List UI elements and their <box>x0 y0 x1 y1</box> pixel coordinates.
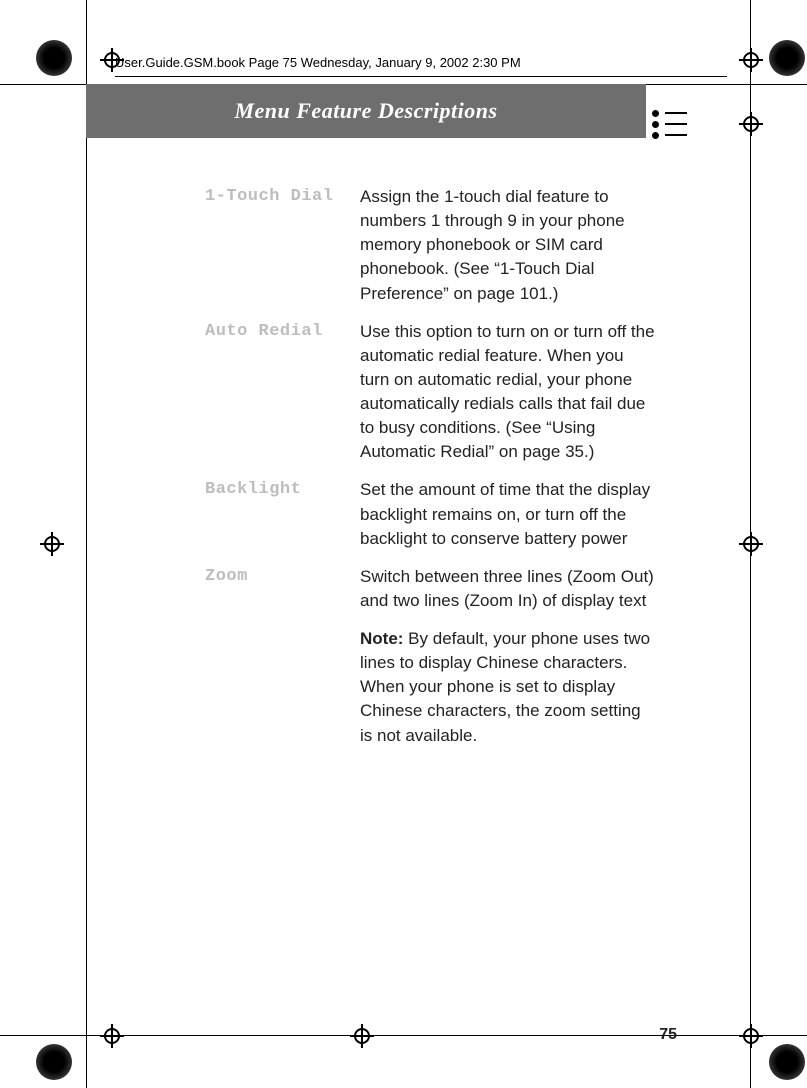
note-text: By default, your phone uses two lines to… <box>360 629 650 745</box>
corner-disc-icon <box>769 1044 805 1080</box>
term-label: Backlight <box>205 478 360 550</box>
registration-mark-icon <box>739 532 763 556</box>
term-description: Set the amount of time that the display … <box>360 478 655 550</box>
registration-mark-icon <box>350 1024 374 1048</box>
corner-disc-icon <box>769 40 805 76</box>
term-description: Switch between three lines (Zoom Out) an… <box>360 565 655 613</box>
term-label: Zoom <box>205 565 360 613</box>
content-area: 1-Touch Dial Assign the 1-touch dial fea… <box>205 185 655 748</box>
term-description: Use this option to turn on or turn off t… <box>360 320 655 465</box>
corner-disc-icon <box>36 40 72 76</box>
registration-mark-icon <box>40 532 64 556</box>
section-title-band: Menu Feature Descriptions <box>86 84 646 138</box>
term-label: Auto Redial <box>205 320 360 465</box>
crop-line <box>86 0 87 1088</box>
definition-row: Backlight Set the amount of time that th… <box>205 478 655 550</box>
section-title: Menu Feature Descriptions <box>234 98 497 124</box>
term-label: 1-Touch Dial <box>205 185 360 306</box>
registration-mark-icon <box>739 1024 763 1048</box>
running-head: User.Guide.GSM.book Page 75 Wednesday, J… <box>115 55 727 77</box>
definition-row: Zoom Switch between three lines (Zoom Ou… <box>205 565 655 613</box>
registration-mark-icon <box>739 112 763 136</box>
page-container: User.Guide.GSM.book Page 75 Wednesday, J… <box>0 0 807 1088</box>
term-description: Assign the 1-touch dial feature to numbe… <box>360 185 655 306</box>
page-number: 75 <box>659 1026 677 1044</box>
definition-row: Auto Redial Use this option to turn on o… <box>205 320 655 465</box>
note-block: Note: By default, your phone uses two li… <box>360 627 655 748</box>
registration-mark-icon <box>100 1024 124 1048</box>
registration-mark-icon <box>739 48 763 72</box>
corner-disc-icon <box>36 1044 72 1080</box>
menu-list-icon <box>652 108 690 146</box>
note-label: Note: <box>360 629 403 648</box>
definition-row: 1-Touch Dial Assign the 1-touch dial fea… <box>205 185 655 306</box>
